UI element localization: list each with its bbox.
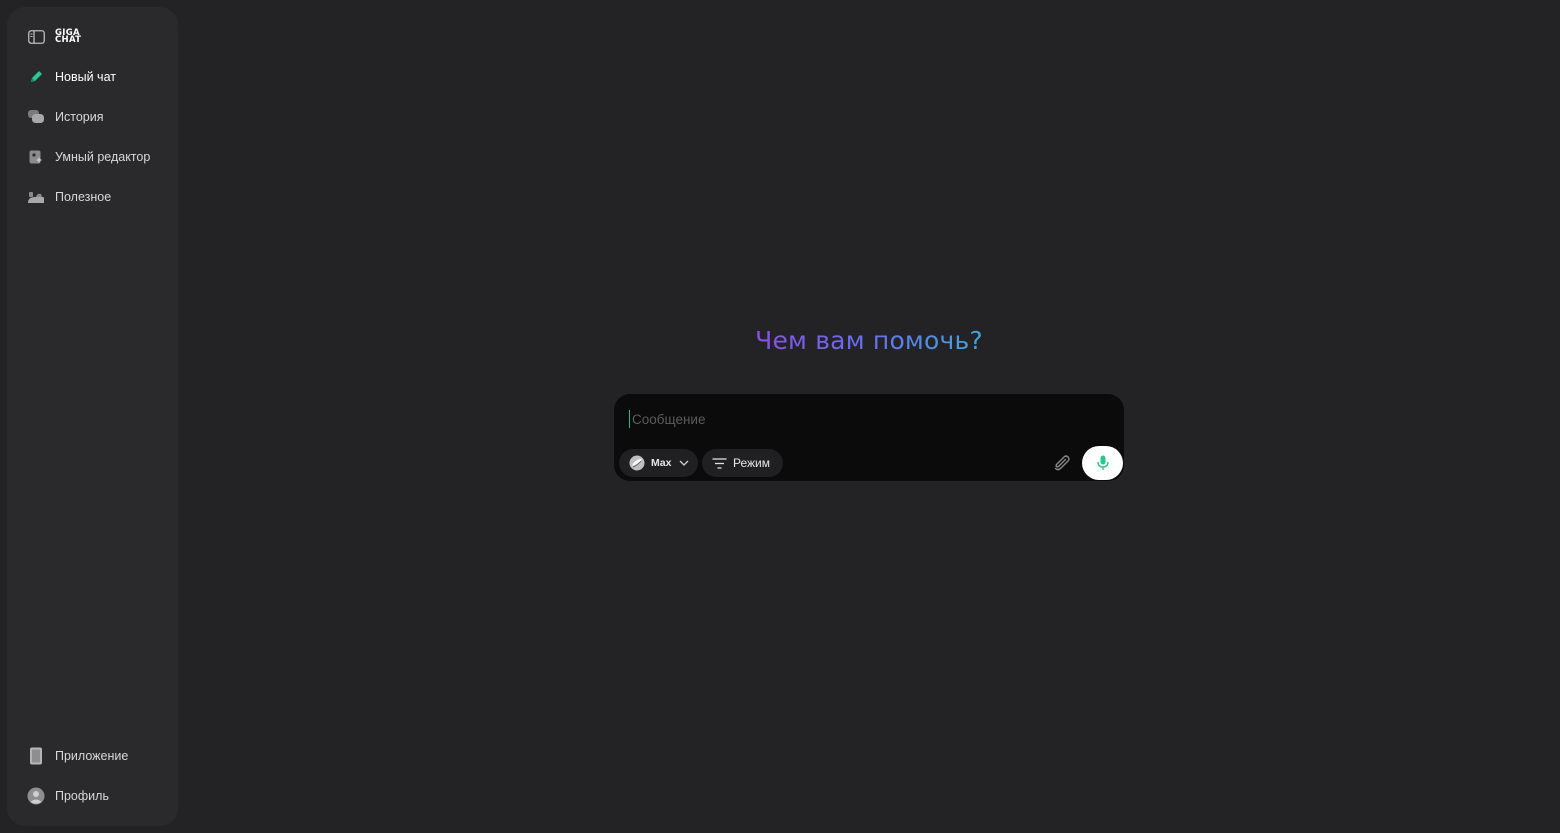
sidebar-item-label: Приложение — [55, 749, 129, 763]
chevron-down-icon — [679, 460, 689, 466]
gigachat-logo: GIGA CHAT — [55, 27, 82, 45]
phone-icon — [27, 747, 45, 765]
message-input[interactable] — [629, 410, 1102, 428]
mode-label: Режим — [733, 456, 770, 470]
model-icon — [629, 455, 645, 471]
sidebar-item-label: Профиль — [55, 789, 109, 803]
smart-editor-icon — [27, 148, 45, 166]
sidebar-item-smart-editor[interactable]: Умный редактор — [19, 142, 169, 172]
useful-icon — [27, 188, 45, 206]
history-icon — [27, 108, 45, 126]
sidebar-item-label: Полезное — [55, 190, 112, 204]
model-label: Max — [651, 457, 672, 469]
sidebar-item-label: Новый чат — [55, 70, 116, 84]
sidebar-toggle[interactable]: GIGA CHAT — [19, 22, 169, 52]
sidebar-item-profile[interactable]: Профиль — [19, 781, 169, 811]
sidebar-item-label: История — [55, 110, 104, 124]
attach-icon[interactable] — [1052, 453, 1072, 473]
message-composer: Max Режим — [614, 394, 1124, 481]
app-root: GIGA CHAT Новый чат История Умный редакт… — [0, 0, 1560, 833]
greeting-heading: Чем вам помочь? — [614, 326, 1124, 355]
new-chat-icon — [27, 68, 45, 86]
greeting-text: Чем вам помочь? — [755, 326, 983, 355]
sidebar-item-new-chat[interactable]: Новый чат — [19, 62, 169, 92]
sidebar-item-app[interactable]: Приложение — [19, 741, 169, 771]
sidebar: GIGA CHAT Новый чат История Умный редакт… — [7, 7, 178, 826]
sidebar-item-useful[interactable]: Полезное — [19, 182, 169, 212]
voice-input-button[interactable] — [1082, 446, 1123, 480]
sidebar-item-history[interactable]: История — [19, 102, 169, 132]
mode-button[interactable]: Режим — [702, 449, 783, 477]
sidebar-item-label: Умный редактор — [55, 150, 151, 164]
filter-icon — [712, 457, 727, 469]
sidebar-panel-icon[interactable] — [27, 28, 45, 46]
microphone-icon — [1096, 455, 1109, 471]
model-selector[interactable]: Max — [619, 449, 698, 477]
profile-icon — [27, 787, 45, 805]
